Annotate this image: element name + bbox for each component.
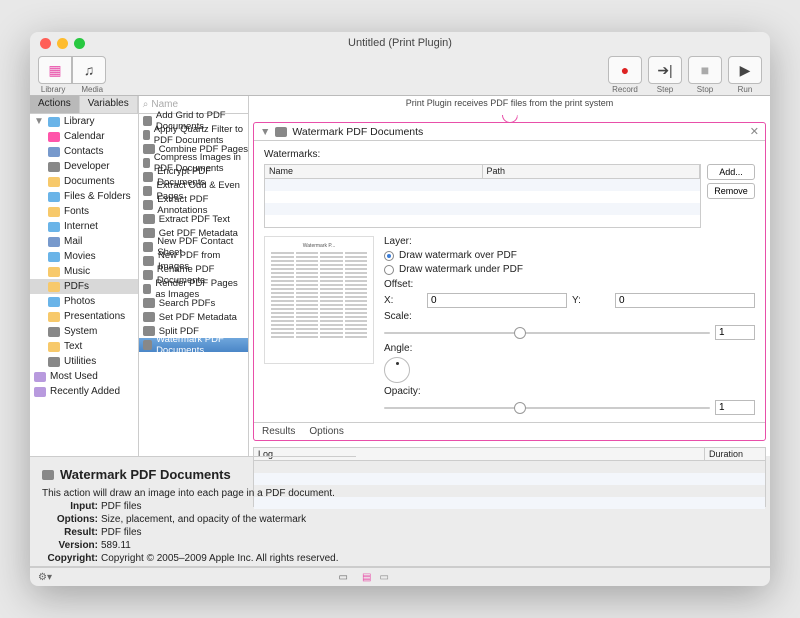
library-item[interactable]: Photos (30, 294, 138, 309)
library-item[interactable]: Calendar (30, 129, 138, 144)
results-tab[interactable]: Results (262, 426, 295, 437)
list-view-icon[interactable]: ▭ (379, 572, 388, 583)
library-item[interactable]: Movies (30, 249, 138, 264)
offset-label: Offset: (384, 279, 413, 290)
library-item[interactable]: Utilities (30, 354, 138, 369)
library-item[interactable]: Files & Folders (30, 189, 138, 204)
library-item[interactable]: Fonts (30, 204, 138, 219)
run-button[interactable]: ▶ (728, 56, 762, 84)
library-item[interactable]: Developer (30, 159, 138, 174)
toolbar: ▦ ♫ LibraryMedia ●Record ➔|Step ■Stop ▶R… (30, 54, 770, 96)
connector-icon (249, 108, 770, 122)
radio-under[interactable] (384, 265, 394, 275)
x-input[interactable] (427, 293, 567, 308)
y-label: Y: (572, 295, 610, 306)
titlebar: Untitled (Print Plugin) (30, 32, 770, 54)
library-item[interactable]: Music (30, 264, 138, 279)
library-extra[interactable]: Most Used (30, 369, 138, 384)
scale-slider[interactable] (384, 332, 710, 334)
library-sidebar: Actions Variables ▼ Library Calendar Con… (30, 96, 139, 456)
remove-button[interactable]: Remove (707, 183, 755, 199)
x-label: X: (384, 295, 422, 306)
gear-icon[interactable]: ⚙︎▾ (38, 572, 52, 583)
workflow-area: Print Plugin receives PDF files from the… (249, 96, 770, 456)
library-item[interactable]: Contacts (30, 144, 138, 159)
col-name[interactable]: Name (265, 165, 483, 178)
watermarks-table[interactable]: Name Path (264, 164, 701, 228)
panel-toggle-icon[interactable]: ▭ (339, 572, 348, 583)
layer-under-label: Draw watermark under PDF (399, 264, 523, 275)
angle-label: Angle: (384, 343, 412, 354)
media-toggle[interactable]: ♫ (72, 56, 106, 84)
library-item[interactable]: Internet (30, 219, 138, 234)
step-button[interactable]: ➔| (648, 56, 682, 84)
action-item[interactable]: Watermark PDF Documents (139, 338, 248, 352)
radio-over[interactable] (384, 251, 394, 261)
library-extra[interactable]: Recently Added (30, 384, 138, 399)
library-toggle[interactable]: ▦ (38, 56, 72, 84)
disclosure-icon[interactable]: ▼ (260, 126, 270, 138)
actions-list: ⌕Name Add Grid to PDF Documents Apply Qu… (139, 96, 249, 456)
statusbar-left: ⚙︎▾ ▭ (30, 567, 356, 586)
layer-over-label: Draw watermark over PDF (399, 250, 517, 261)
desc-body: This action will draw an image into each… (42, 488, 344, 499)
workflow-view-icon[interactable]: ▤ (362, 572, 371, 583)
opacity-input[interactable] (715, 400, 755, 415)
pdf-icon (275, 127, 287, 137)
library-item[interactable]: Mail (30, 234, 138, 249)
preview-pane: Watermark P... (264, 236, 374, 364)
record-button[interactable]: ● (608, 56, 642, 84)
action-item[interactable]: Render PDF Pages as Images (139, 282, 248, 296)
tab-actions[interactable]: Actions (30, 96, 80, 113)
workflow-input-label: Print Plugin receives PDF files from the… (249, 96, 770, 108)
scale-label: Scale: (384, 311, 412, 322)
automator-window: Untitled (Print Plugin) ▦ ♫ LibraryMedia… (30, 32, 770, 586)
col-path[interactable]: Path (483, 165, 701, 178)
watermarks-label: Watermarks: (264, 149, 755, 160)
opacity-label: Opacity: (384, 386, 421, 397)
statusbar-right: ▤ ▭ (356, 567, 770, 586)
angle-dial[interactable] (384, 357, 410, 383)
opacity-slider[interactable] (384, 407, 710, 409)
description-panel: Watermark PDF Documents This action will… (30, 456, 356, 566)
action-item[interactable]: Apply Quartz Filter to PDF Documents (139, 128, 248, 142)
stop-button[interactable]: ■ (688, 56, 722, 84)
scale-input[interactable] (715, 325, 755, 340)
desc-title: Watermark PDF Documents (60, 467, 231, 482)
action-item[interactable]: Set PDF Metadata (139, 310, 248, 324)
library-item[interactable]: PDFs (30, 279, 138, 294)
card-title: Watermark PDF Documents (292, 126, 423, 138)
window-title: Untitled (Print Plugin) (30, 37, 770, 49)
search-icon: ⌕ (143, 99, 149, 110)
library-item[interactable]: Text (30, 339, 138, 354)
library-item[interactable]: System (30, 324, 138, 339)
remove-action-button[interactable]: ✕ (750, 125, 759, 138)
y-input[interactable] (615, 293, 755, 308)
add-button[interactable]: Add... (707, 164, 755, 180)
layer-label: Layer: (384, 236, 412, 247)
library-root[interactable]: ▼ Library (30, 114, 138, 129)
action-item[interactable]: Extract PDF Annotations (139, 198, 248, 212)
tab-variables[interactable]: Variables (80, 96, 138, 113)
library-tree[interactable]: ▼ Library Calendar Contacts Developer Do… (30, 114, 138, 456)
action-card: ▼ Watermark PDF Documents ✕ Watermarks: … (253, 122, 766, 441)
options-tab[interactable]: Options (309, 426, 343, 437)
library-item[interactable]: Documents (30, 174, 138, 189)
pdf-icon (42, 470, 54, 480)
library-item[interactable]: Presentations (30, 309, 138, 324)
